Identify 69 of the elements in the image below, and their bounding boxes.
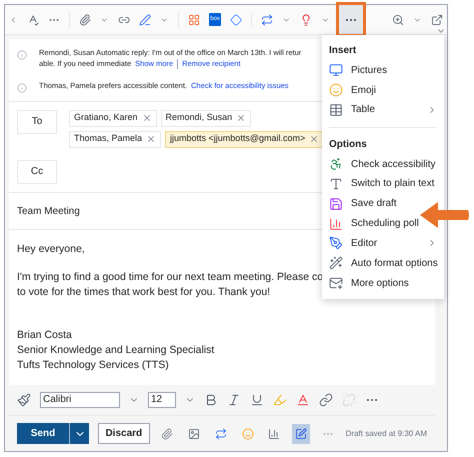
letter-icon bbox=[329, 176, 343, 191]
brush-icon[interactable] bbox=[17, 393, 31, 407]
menu-item[interactable]: Switch to plain text bbox=[329, 174, 434, 194]
emoji-icon bbox=[242, 428, 254, 440]
font-field[interactable]: Calibri bbox=[40, 392, 120, 408]
lightbulb-icon[interactable] bbox=[300, 12, 312, 26]
send-options-button[interactable] bbox=[69, 423, 89, 444]
recipient-chip[interactable]: Gratiano, Karen bbox=[69, 110, 157, 126]
monitor-icon bbox=[329, 63, 343, 78]
italic-icon[interactable] bbox=[227, 393, 241, 407]
menu-item[interactable]: Emoji bbox=[329, 80, 376, 100]
menu-item[interactable]: Pictures bbox=[329, 60, 388, 80]
info-icon bbox=[17, 50, 27, 60]
popout-icon[interactable] bbox=[430, 12, 443, 26]
format-icon bbox=[295, 428, 308, 440]
draft-status: Draft saved at 9:30 AM bbox=[346, 428, 428, 440]
to-button[interactable]: To bbox=[17, 110, 57, 134]
cc-button[interactable]: Cc bbox=[17, 160, 57, 184]
chart-icon bbox=[268, 428, 280, 440]
send-button[interactable]: Send bbox=[17, 423, 69, 444]
image-icon bbox=[188, 428, 200, 440]
menu-item[interactable]: Editor bbox=[329, 233, 437, 254]
loop-icon bbox=[214, 428, 227, 440]
close-icon[interactable] bbox=[309, 134, 320, 144]
pen-icon[interactable] bbox=[139, 12, 152, 26]
envelope-icon bbox=[329, 276, 343, 290]
table-icon bbox=[329, 102, 343, 117]
link-icon[interactable] bbox=[319, 393, 333, 407]
diamond-icon[interactable] bbox=[230, 12, 242, 26]
discard-button[interactable]: Discard bbox=[98, 423, 150, 444]
wand-icon bbox=[329, 256, 343, 270]
close-icon[interactable] bbox=[142, 113, 152, 123]
subject-field[interactable]: Team Meeting bbox=[17, 206, 80, 216]
emoji-icon bbox=[329, 83, 343, 98]
signature-text: Tufts Technology Services (TTS) bbox=[17, 358, 169, 373]
menu-heading: Insert bbox=[329, 44, 356, 58]
zoom-icon[interactable] bbox=[392, 12, 404, 26]
apps-icon[interactable] bbox=[188, 12, 200, 26]
signature-text: Brian Costa bbox=[17, 328, 72, 343]
menu-item[interactable]: Table bbox=[329, 100, 437, 120]
chart-icon bbox=[329, 216, 343, 231]
body-text: Hey everyone, bbox=[17, 242, 85, 257]
more-button[interactable] bbox=[339, 5, 364, 34]
signature-text: Senior Knowledge and Learning Specialist bbox=[17, 343, 214, 358]
loop-icon[interactable] bbox=[261, 12, 274, 26]
save-icon bbox=[329, 196, 343, 211]
recipient-chip[interactable]: Remondi, Susan bbox=[160, 110, 252, 126]
accessibility-icon bbox=[329, 157, 343, 172]
underline-icon[interactable] bbox=[250, 393, 264, 407]
menu-item[interactable]: Check accessibility bbox=[329, 154, 436, 174]
info-icon bbox=[17, 82, 27, 92]
size-field[interactable]: 12 bbox=[148, 392, 176, 408]
bold-icon[interactable] bbox=[204, 393, 218, 407]
menu-item[interactable]: Auto format options bbox=[329, 253, 438, 274]
close-icon[interactable] bbox=[236, 113, 246, 123]
body-text: to vote for the times that work best for you. Thank you! bbox=[17, 285, 270, 300]
paperclip-icon[interactable] bbox=[78, 12, 92, 26]
arrow-annotation bbox=[420, 200, 470, 230]
format-button[interactable] bbox=[292, 424, 310, 444]
recipient-chip[interactable]: Thomas, Pamela bbox=[69, 130, 162, 148]
font-color-icon[interactable] bbox=[296, 393, 310, 407]
pen-icon bbox=[329, 236, 343, 250]
menu-item[interactable]: Save draft bbox=[329, 194, 397, 214]
close-icon[interactable] bbox=[146, 134, 156, 144]
recipient-chip[interactable]: jjumbotts <jjumbotts@gmail.com> bbox=[165, 130, 324, 148]
menu-item[interactable]: More options bbox=[329, 273, 409, 293]
paperclip-icon bbox=[161, 428, 174, 440]
menu-item[interactable]: Scheduling poll bbox=[329, 214, 419, 234]
menu-heading: Options bbox=[329, 138, 367, 152]
